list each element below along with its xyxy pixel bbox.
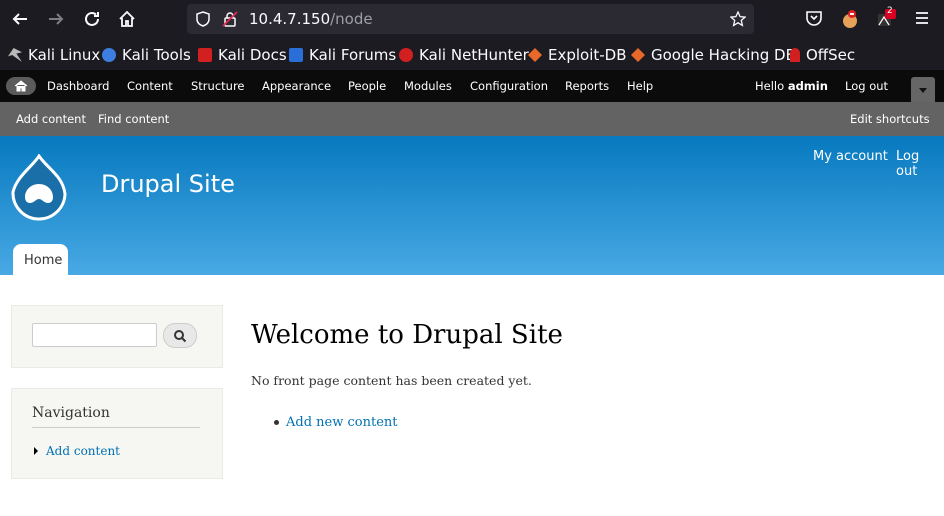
url-bar[interactable]: 10.4.7.150/node — [187, 4, 754, 34]
toolbar-appearance[interactable]: Appearance — [262, 79, 331, 93]
notification-extension-icon[interactable]: 2 — [876, 6, 896, 29]
search-input[interactable] — [32, 323, 157, 347]
url-host: 10.4.7.150 — [249, 10, 331, 28]
toolbar-help[interactable]: Help — [627, 79, 653, 93]
admin-toolbar: Dashboard Content Structure Appearance P… — [0, 70, 944, 103]
kali-docs-icon — [198, 48, 212, 62]
toolbar-drawer-toggle[interactable] — [911, 77, 935, 103]
edit-shortcuts-link[interactable]: Edit shortcuts — [850, 112, 930, 126]
collapsed-triangle-icon — [34, 447, 38, 455]
bookmark-exploit-db[interactable]: Exploit-DB — [528, 46, 627, 64]
shortcut-find-content[interactable]: Find content — [98, 112, 169, 126]
insecure-lock-icon[interactable] — [222, 11, 238, 27]
shortcut-add-content[interactable]: Add content — [16, 112, 86, 126]
bookmark-label: OffSec — [806, 46, 856, 64]
extension-icon[interactable] — [840, 9, 860, 29]
nav-item-label: Add content — [46, 444, 120, 458]
reload-icon[interactable] — [80, 7, 104, 31]
bookmark-label: Exploit-DB — [548, 46, 627, 64]
bullet — [274, 420, 279, 425]
tab-home[interactable]: Home — [13, 244, 68, 275]
nav-item-add-content[interactable]: Add content — [34, 444, 120, 458]
shortcuts-bar: Add content Find content Edit shortcuts — [0, 102, 944, 136]
notification-count: 2 — [887, 6, 893, 16]
toolbar-reports[interactable]: Reports — [565, 79, 609, 93]
back-icon[interactable] — [8, 7, 32, 31]
bookmark-label: Kali Linux — [28, 46, 101, 64]
bookmark-label: Google Hacking DB — [651, 46, 796, 64]
toolbar-username[interactable]: admin — [788, 79, 828, 93]
browser-toolbar: 10.4.7.150/node 2 — [0, 0, 944, 38]
exploit-db-icon — [528, 48, 542, 62]
shield-icon[interactable] — [195, 11, 211, 27]
menu-icon[interactable] — [913, 9, 933, 29]
home-icon[interactable] — [115, 7, 139, 31]
offsec-icon — [790, 48, 800, 62]
toolbar-greeting: Hello admin — [755, 79, 828, 93]
bookmark-star-icon[interactable] — [729, 10, 747, 27]
kali-forums-icon — [289, 48, 303, 62]
bookmark-kali-forums[interactable]: Kali Forums — [289, 46, 396, 64]
kali-dragon-icon — [8, 48, 22, 62]
kali-nethunter-icon — [399, 48, 413, 62]
toolbar-content[interactable]: Content — [127, 79, 173, 93]
navigation-divider — [32, 427, 200, 428]
toolbar-logout[interactable]: Log out — [845, 79, 888, 93]
greeting-text: Hello — [755, 79, 788, 93]
forward-icon[interactable] — [44, 7, 68, 31]
site-name[interactable]: Drupal Site — [101, 170, 235, 198]
bookmark-google-hacking-db[interactable]: Google Hacking DB — [631, 46, 796, 64]
bookmark-kali-tools[interactable]: Kali Tools — [102, 46, 191, 64]
url-path: /node — [330, 10, 373, 28]
toolbar-configuration[interactable]: Configuration — [470, 79, 548, 93]
toolbar-structure[interactable]: Structure — [191, 79, 245, 93]
navigation-title: Navigation — [32, 405, 110, 421]
search-icon — [174, 329, 187, 342]
toolbar-dashboard[interactable]: Dashboard — [47, 79, 109, 93]
bookmark-kali-docs[interactable]: Kali Docs — [198, 46, 287, 64]
pocket-icon[interactable] — [805, 9, 825, 29]
search-block — [11, 305, 223, 368]
bookmark-kali-nethunter[interactable]: Kali NetHunter — [399, 46, 529, 64]
toolbar-home-button[interactable] — [6, 77, 36, 95]
empty-front-message: No front page content has been created y… — [251, 373, 532, 388]
add-new-content-link[interactable]: Add new content — [286, 415, 397, 430]
navigation-block: Navigation Add content — [11, 388, 223, 479]
search-button[interactable] — [163, 323, 197, 348]
bookmark-label: Kali Tools — [122, 46, 191, 64]
bookmark-label: Kali Forums — [309, 46, 397, 64]
bookmark-label: Kali Docs — [218, 46, 287, 64]
bookmark-offsec[interactable]: OffSec — [790, 46, 855, 64]
header-logout-link[interactable]: Log out — [896, 149, 944, 179]
bookmark-label: Kali NetHunter — [419, 46, 529, 64]
chevron-down-icon — [919, 88, 927, 93]
home-icon — [14, 80, 28, 92]
toolbar-modules[interactable]: Modules — [404, 79, 452, 93]
page-title: Welcome to Drupal Site — [251, 320, 563, 350]
kali-tools-icon — [102, 48, 116, 62]
toolbar-people[interactable]: People — [348, 79, 386, 93]
add-new-content-item[interactable]: Add new content — [274, 415, 397, 430]
drupal-logo-icon[interactable] — [9, 153, 69, 222]
bookmark-kali-linux[interactable]: Kali Linux — [8, 46, 100, 64]
my-account-link[interactable]: My account — [813, 149, 888, 164]
tab-home-label: Home — [24, 253, 63, 268]
url-text: 10.4.7.150/node — [249, 10, 373, 28]
site-header: Drupal Site My account Log out Home — [0, 136, 944, 275]
bookmarks-bar: Kali Linux Kali Tools Kali Docs Kali For… — [0, 38, 944, 70]
ghdb-icon — [631, 48, 645, 62]
